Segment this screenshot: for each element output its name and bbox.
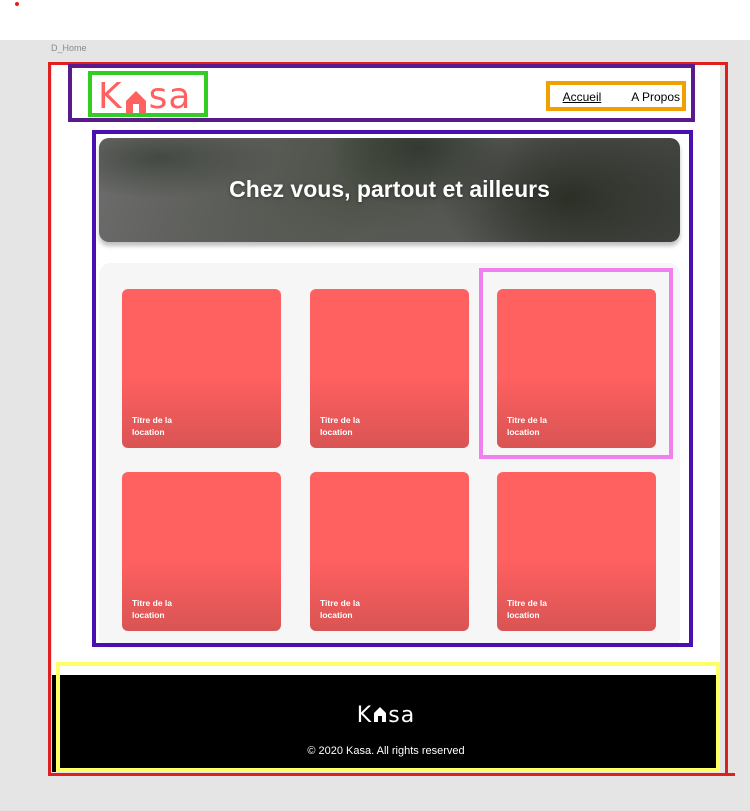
card-title: Titre de la location [132, 415, 172, 437]
nav-link-a-propos[interactable]: A Propos [631, 90, 680, 104]
location-card[interactable]: Titre de la location [122, 289, 281, 448]
annotation-mark [720, 773, 735, 776]
logo-letters: sa [388, 703, 416, 728]
logo-letter: K [98, 75, 123, 117]
location-gallery: Titre de la location Titre de la locatio… [99, 263, 680, 648]
kasa-logo[interactable]: K sa [98, 75, 192, 117]
nav-link-accueil[interactable]: Accueil [563, 90, 602, 104]
location-card[interactable]: Titre de la location [310, 472, 469, 631]
location-card[interactable]: Titre de la location [497, 289, 656, 448]
card-title: Titre de la location [320, 598, 360, 620]
card-title: Titre de la location [507, 598, 547, 620]
main-nav: Accueil A Propos [563, 90, 680, 104]
logo-letter: K [356, 703, 373, 728]
location-card[interactable]: Titre de la location [497, 472, 656, 631]
footer-logo: Ksa [52, 703, 720, 728]
footer-copyright: © 2020 Kasa. All rights reserved [307, 745, 465, 757]
logo-letters: sa [148, 75, 192, 117]
hero-banner: Chez vous, partout et ailleurs [99, 138, 680, 242]
frame-label: D_Home [51, 43, 87, 53]
card-title: Titre de la location [132, 598, 172, 620]
banner-title: Chez vous, partout et ailleurs [229, 176, 550, 202]
card-title: Titre de la location [320, 415, 360, 437]
site-footer: Ksa © 2020 Kasa. All rights reserved [52, 675, 720, 772]
house-icon [125, 83, 147, 114]
location-card[interactable]: Titre de la location [310, 289, 469, 448]
annotation-dot [15, 2, 19, 6]
location-card[interactable]: Titre de la location [122, 472, 281, 631]
card-title: Titre de la location [507, 415, 547, 437]
house-icon [373, 703, 387, 722]
